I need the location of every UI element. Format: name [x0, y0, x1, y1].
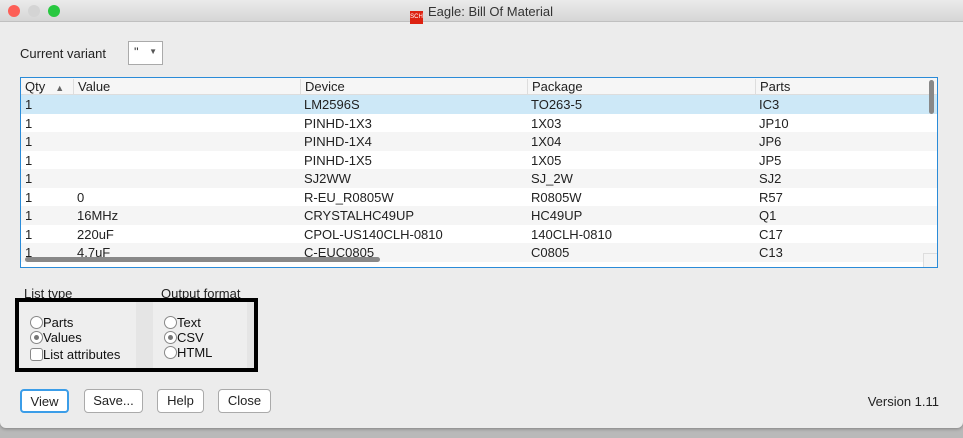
table-cell: 1X03	[531, 115, 562, 131]
table-cell: C13	[759, 245, 783, 260]
output-format-pane: Text CSV HTML	[153, 302, 247, 368]
table-row[interactable]: 1 PINHD-1X3 1X03 JP10	[21, 114, 937, 133]
radio-html[interactable]: HTML	[164, 345, 212, 360]
table-row[interactable]: 1 PINHD-1X5 1X05 JP5	[21, 151, 937, 170]
chevron-down-icon: ▼	[149, 47, 157, 56]
bom-dialog: SCH Eagle: Bill Of Material Current varia…	[0, 0, 963, 428]
table-cell: SJ_2W	[531, 171, 573, 186]
table-row[interactable]: 1 220uF CPOL-US140CLH-0810 140CLH-0810 C17	[21, 225, 937, 244]
sort-ascending-icon: ▲	[55, 83, 65, 93]
close-button[interactable]: Close	[218, 389, 271, 413]
list-type-pane: Parts Values List attributes	[19, 302, 136, 368]
window-title-text: Eagle: Bill Of Material	[428, 4, 553, 19]
help-button[interactable]: Help	[157, 389, 204, 413]
table-cell: PINHD-1X3	[304, 115, 372, 131]
column-device[interactable]: Device	[300, 79, 345, 94]
checkbox-icon	[30, 348, 43, 361]
table-cell: 1	[25, 115, 33, 131]
table-cell: TO263-5	[531, 97, 583, 112]
radio-parts[interactable]: Parts	[30, 315, 73, 330]
table-row[interactable]: 1 0 R-EU_R0805W R0805W R57	[21, 188, 937, 207]
table-cell: 1X05	[531, 152, 562, 168]
table-row[interactable]: 1 PINHD-1X4 1X04 JP6	[21, 132, 937, 151]
table-cell: SJ2	[759, 171, 782, 186]
horizontal-scrollbar[interactable]	[25, 257, 380, 262]
table-cell: JP5	[759, 152, 782, 168]
table-cell: CRYSTALHC49UP	[304, 208, 415, 223]
view-button[interactable]: View	[20, 389, 69, 413]
column-parts[interactable]: Parts	[755, 79, 790, 94]
options-group: Parts Values List attributes Text CSV HT…	[15, 298, 258, 372]
table-cell: CPOL-US140CLH-0810	[304, 226, 443, 242]
column-value[interactable]: Value	[73, 79, 110, 94]
table-cell: 1	[25, 171, 33, 186]
table-cell: 0	[77, 189, 85, 205]
scroll-corner	[923, 253, 937, 267]
variant-select[interactable]: '' ▼	[128, 41, 163, 65]
variant-value: ''	[134, 45, 139, 59]
table-cell: 1	[25, 152, 33, 168]
table-cell: 140CLH-0810	[531, 226, 612, 242]
table-cell: 1	[25, 134, 33, 149]
radio-text[interactable]: Text	[164, 315, 201, 330]
table-cell: R57	[759, 189, 783, 205]
radio-icon	[30, 316, 43, 329]
table-cell: C0805	[531, 245, 570, 260]
column-qty[interactable]: Qty ▲	[21, 79, 64, 94]
table-cell: R0805W	[531, 189, 582, 205]
radio-icon	[164, 346, 177, 359]
table-cell: PINHD-1X5	[304, 152, 372, 168]
bom-table[interactable]: Qty ▲ Value Device Package Parts 1 LM2596S…	[20, 77, 938, 268]
schematic-icon: SCH	[410, 11, 423, 24]
title-bar: SCH Eagle: Bill Of Material	[0, 0, 963, 24]
radio-values[interactable]: Values	[30, 330, 82, 345]
current-variant-label: Current variant	[20, 46, 106, 61]
table-cell: 16MHz	[77, 208, 119, 223]
window-title: SCH Eagle: Bill Of Material	[0, 4, 963, 24]
vertical-scrollbar[interactable]	[929, 80, 934, 114]
table-cell: 1	[25, 97, 33, 112]
table-row[interactable]: 1 16MHz CRYSTALHC49UP HC49UP Q1	[21, 206, 937, 225]
save-button[interactable]: Save...	[84, 389, 143, 413]
version-label: Version 1.11	[867, 394, 939, 409]
table-cell: 1	[25, 226, 33, 242]
table-body: 1 LM2596S TO263-5 IC3 1 PINHD-1X3 1X03 JP10 1 PIN…	[21, 95, 937, 262]
table-cell: 1	[25, 208, 33, 223]
table-cell: JP10	[759, 115, 789, 131]
table-cell: 220uF	[77, 226, 114, 242]
table-cell: SJ2WW	[304, 171, 351, 186]
table-cell: C17	[759, 226, 783, 242]
table-row[interactable]: 1 SJ2WW SJ_2W SJ2	[21, 169, 937, 188]
table-cell: PINHD-1X4	[304, 134, 372, 149]
table-cell: LM2596S	[304, 97, 360, 112]
column-package[interactable]: Package	[527, 79, 583, 94]
radio-csv[interactable]: CSV	[164, 330, 204, 345]
table-cell: Q1	[759, 208, 777, 223]
table-header: Qty ▲ Value Device Package Parts	[21, 78, 937, 95]
table-cell: HC49UP	[531, 208, 583, 223]
radio-selected-icon	[164, 331, 177, 344]
table-cell: JP6	[759, 134, 782, 149]
table-cell: 1X04	[531, 134, 562, 149]
radio-icon	[164, 316, 177, 329]
table-cell: R-EU_R0805W	[304, 189, 394, 205]
table-row[interactable]: 1 LM2596S TO263-5 IC3	[21, 95, 937, 114]
table-cell: 1	[25, 189, 33, 205]
list-attributes-checkbox[interactable]: List attributes	[30, 347, 120, 362]
table-cell: IC3	[759, 97, 780, 112]
radio-selected-icon	[30, 331, 43, 344]
